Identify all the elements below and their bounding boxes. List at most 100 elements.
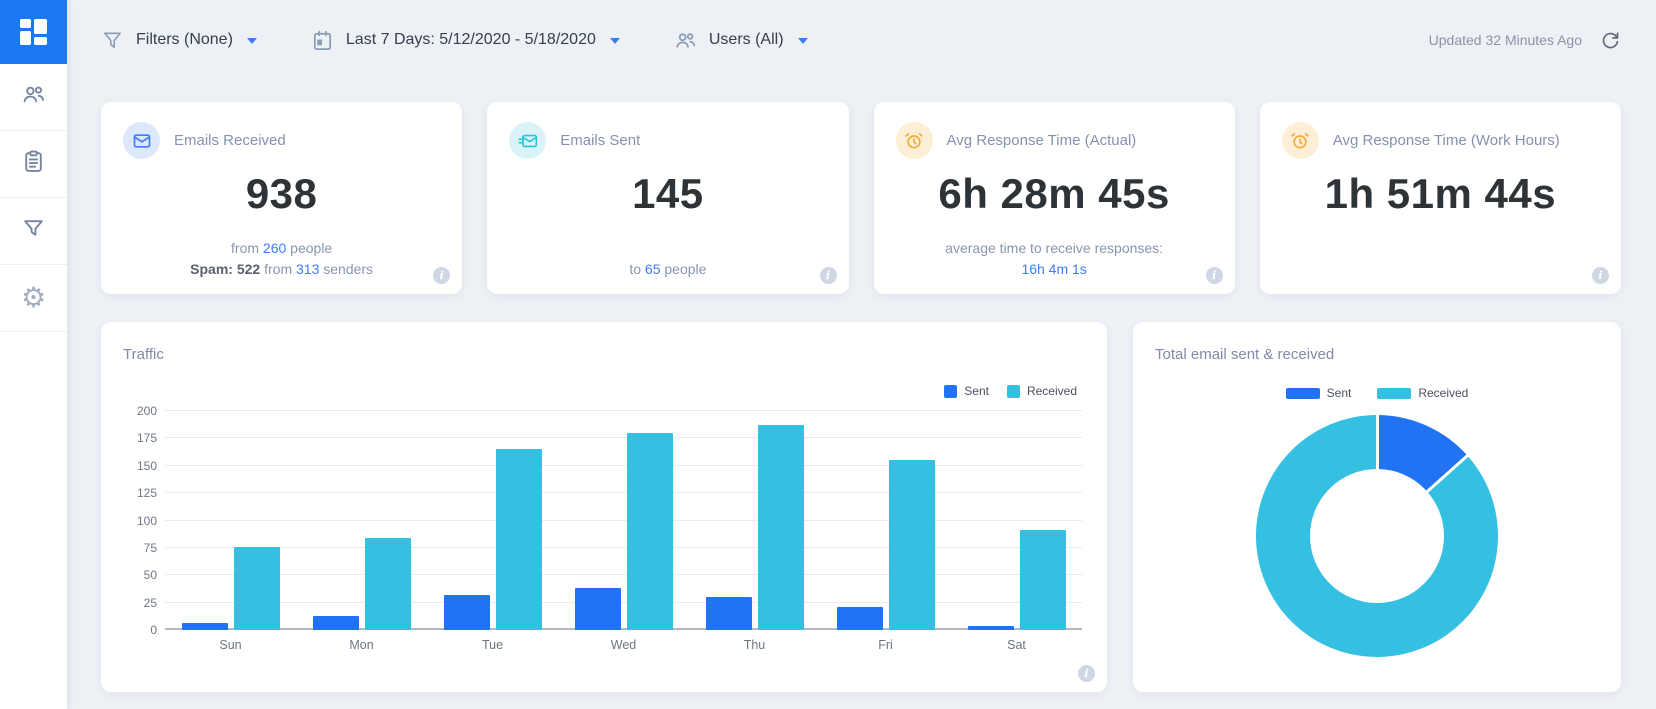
sidebar-item-settings[interactable]: ⚙: [0, 265, 67, 332]
legend-swatch: [944, 385, 957, 398]
stat-value: 6h 28m 45s: [896, 171, 1213, 217]
bar-received: [758, 425, 804, 630]
legend-item-sent: Sent: [944, 384, 989, 398]
legend-label: Received: [1027, 384, 1077, 398]
y-axis-tick: 50: [119, 568, 157, 582]
topbar: Filters (None) Last 7 Days: 5/12/2020 - …: [67, 0, 1656, 80]
y-axis-tick: 150: [119, 459, 157, 473]
bar-sent: [182, 623, 228, 630]
dashboard-icon: [20, 19, 47, 45]
y-axis-tick: 200: [119, 404, 157, 418]
x-axis-label: Sat: [951, 638, 1082, 652]
bar-received: [365, 538, 411, 630]
stat-sub-link[interactable]: 313: [296, 261, 319, 277]
x-axis-label: Sun: [165, 638, 296, 652]
y-axis-tick: 100: [119, 514, 157, 528]
info-icon[interactable]: i: [1078, 665, 1095, 682]
stat-card-subtext: average time to receive responses: 16h 4m…: [884, 238, 1225, 280]
filters-label: Filters (None): [136, 31, 233, 49]
updated-timestamp: Updated 32 Minutes Ago: [1429, 32, 1582, 48]
send-icon: [509, 122, 546, 159]
stat-sub-link[interactable]: 65: [645, 261, 661, 277]
filter-icon: [101, 29, 124, 52]
sidebar: ⚙: [0, 0, 67, 709]
stat-sub-text: to: [629, 261, 645, 277]
traffic-chart-title: Traffic: [123, 346, 164, 363]
stat-value: 145: [509, 171, 826, 217]
funnel-icon: [21, 216, 46, 246]
donut-card: Total email sent & received SentReceived: [1133, 322, 1621, 692]
stat-sub-line: 16h 4m 1s: [884, 259, 1225, 280]
y-axis-tick: 25: [119, 596, 157, 610]
users-icon: [21, 82, 46, 112]
x-axis-label: Mon: [296, 638, 427, 652]
bar-group-sat: [951, 411, 1082, 630]
users-icon: [674, 29, 697, 52]
info-icon[interactable]: i: [1592, 267, 1609, 284]
bar-group-sun: [165, 411, 296, 630]
stat-card-label: Avg Response Time (Actual): [947, 132, 1137, 149]
stat-sub-link[interactable]: 260: [263, 240, 286, 256]
bar-received: [496, 449, 542, 630]
info-icon[interactable]: i: [433, 267, 450, 284]
envelope-icon: [123, 122, 160, 159]
stat-card-header: Emails Received: [123, 122, 440, 159]
stat-sub-line: from 260 people: [111, 238, 452, 259]
stat-value: 938: [123, 171, 440, 217]
alarm-icon: [896, 122, 933, 159]
bar-series: [165, 411, 1082, 630]
charts-row: Traffic Sent Received 0255075100125150175…: [101, 322, 1621, 692]
refresh-button[interactable]: [1600, 30, 1620, 50]
bar-received: [889, 460, 935, 630]
x-axis-label: Fri: [820, 638, 951, 652]
chevron-down-icon: [798, 38, 808, 44]
filters-dropdown[interactable]: Filters (None): [101, 29, 257, 52]
stat-card-header: Emails Sent: [509, 122, 826, 159]
stat-card-subtext: to 65 people: [497, 238, 838, 280]
stat-sub-text: senders: [319, 261, 373, 277]
stat-sub-link[interactable]: 16h 4m 1s: [1021, 261, 1086, 277]
bar-group-mon: [296, 411, 427, 630]
stat-card-avg-response-work: Avg Response Time (Work Hours)1h 51m 44s…: [1260, 102, 1621, 294]
traffic-bar-chart: 0255075100125150175200 SunMonTueWedThuFr…: [165, 411, 1082, 652]
sidebar-item-dashboard[interactable]: [0, 0, 67, 64]
info-icon[interactable]: i: [820, 267, 837, 284]
calendar-icon: [311, 29, 334, 52]
sidebar-item-reports[interactable]: [0, 131, 67, 198]
users-dropdown[interactable]: Users (All): [674, 29, 808, 52]
sidebar-item-filters[interactable]: [0, 198, 67, 265]
legend-item-received: Received: [1377, 386, 1468, 400]
stat-sub-text: people: [660, 261, 706, 277]
stat-card-header: Avg Response Time (Work Hours): [1282, 122, 1599, 159]
stat-card-label: Emails Received: [174, 132, 286, 149]
bar-received: [234, 547, 280, 630]
stat-card-avg-response-actual: Avg Response Time (Actual) 6h 28m 45s aver…: [874, 102, 1235, 294]
y-axis-tick: 175: [119, 431, 157, 445]
donut-legend: Sent Received: [1133, 386, 1621, 400]
bar-sent: [837, 607, 883, 630]
bar-sent: [575, 588, 621, 630]
bar-group-tue: [427, 411, 558, 630]
bar-sent: [968, 626, 1014, 630]
alarm-icon: [1282, 122, 1319, 159]
chevron-down-icon: [247, 38, 257, 44]
date-range-dropdown[interactable]: Last 7 Days: 5/12/2020 - 5/18/2020: [311, 29, 620, 52]
stat-card-emails-sent: Emails Sent145 to 65 peoplei: [487, 102, 848, 294]
stat-sub-text: people: [286, 240, 332, 256]
x-axis-label: Tue: [427, 638, 558, 652]
stat-sub-line: to 65 people: [497, 259, 838, 280]
traffic-legend: Sent Received: [944, 384, 1077, 398]
bar-sent: [313, 616, 359, 630]
chevron-down-icon: [610, 38, 620, 44]
stat-sub-text: average time to receive responses:: [945, 240, 1163, 256]
stat-sub-line: [497, 238, 838, 259]
bar-group-fri: [820, 411, 951, 630]
info-icon[interactable]: i: [1206, 267, 1223, 284]
legend-swatch: [1286, 388, 1320, 399]
sidebar-item-users[interactable]: [0, 64, 67, 131]
bar-group-thu: [689, 411, 820, 630]
stat-card-subtext: from 260 peopleSpam: 522 from 313 sender…: [111, 238, 452, 280]
stat-card-label: Avg Response Time (Work Hours): [1333, 132, 1560, 149]
legend-item-sent: Sent: [1286, 386, 1352, 400]
legend-label: Received: [1418, 386, 1468, 400]
